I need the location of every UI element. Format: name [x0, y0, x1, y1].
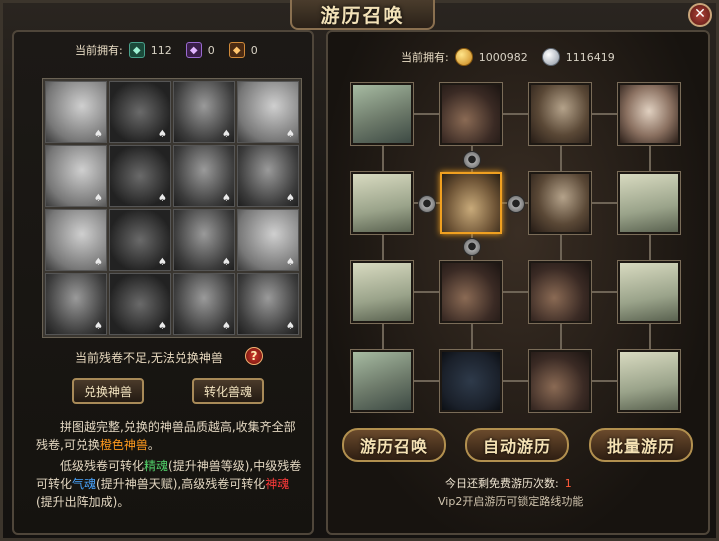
batch-travel-button[interactable]: 批量游历 [589, 428, 693, 462]
vip-note: Vip2开启游历可锁定路线功能 [438, 495, 584, 508]
route-tile[interactable] [618, 261, 680, 323]
purple-fragment-icon: ◆ [185, 42, 202, 58]
window-title: 游历召唤 [290, 0, 435, 30]
puzzle-piece[interactable]: ♠ [237, 81, 299, 143]
desc-text: 。 [147, 438, 160, 452]
purple-fragment-count: 0 [207, 43, 215, 57]
lock-icon[interactable]: ● [418, 195, 436, 213]
puzzle-piece[interactable]: ♠ [237, 145, 299, 207]
route-tile[interactable] [529, 83, 591, 145]
grade-mark-icon: ♠ [94, 321, 103, 332]
route-connector [382, 115, 384, 383]
auto-travel-button[interactable]: 自动游历 [465, 428, 569, 462]
route-tile[interactable] [529, 172, 591, 234]
route-connector [649, 115, 651, 383]
green-fragment-icon: ◆ [128, 42, 145, 58]
route-tile[interactable] [440, 261, 502, 323]
grade-mark-icon: ♠ [286, 321, 295, 332]
orange-fragment-icon: ◆ [228, 42, 245, 58]
fragment-inventory: 当前拥有: ◆ 112 ◆ 0 ◆ 0 [75, 42, 266, 58]
grade-mark-icon: ♠ [158, 129, 167, 140]
description-para-2: 低级残卷可转化精魂(提升神兽等级),中级残卷可转化气魂(提升神兽天赋),高级残卷… [36, 457, 304, 511]
route-tile[interactable] [529, 350, 591, 412]
currency-bar: 当前拥有: 1000982 1116419 [401, 48, 623, 66]
route-tile[interactable] [529, 261, 591, 323]
orange-beast-text: 橙色神兽 [99, 438, 148, 452]
grade-mark-icon: ♠ [286, 193, 295, 204]
insufficient-warning: 当前残卷不足,无法兑换神兽 [75, 351, 223, 365]
grade-mark-icon: ♠ [158, 321, 167, 332]
grade-mark-icon: ♠ [94, 193, 103, 204]
grade-mark-icon: ♠ [222, 193, 231, 204]
grade-mark-icon: ♠ [94, 129, 103, 140]
free-travel-value: 1 [564, 477, 572, 490]
gold-coin-icon [454, 48, 473, 66]
description-para-1: 拼图越完整,兑换的神兽品质越高,收集齐全部残卷,可兑换橙色神兽。 [36, 418, 304, 454]
free-travel-count: 今日还剩免费游历次数: 1 [445, 475, 572, 491]
desc-text: (提升出阵加成)。 [36, 495, 130, 509]
grade-mark-icon: ♠ [222, 321, 231, 332]
owned-label: 当前拥有: [75, 44, 123, 57]
gold-amount: 1000982 [478, 50, 528, 64]
lock-icon[interactable]: ● [507, 195, 525, 213]
puzzle-piece[interactable]: ♠ [237, 209, 299, 271]
help-icon[interactable]: ? [245, 347, 263, 365]
route-tile[interactable] [440, 350, 502, 412]
lock-icon[interactable]: ● [463, 238, 481, 256]
route-tile[interactable] [351, 172, 413, 234]
divine-soul-text: 神魂 [265, 477, 290, 491]
free-travel-label: 今日还剩免费游历次数: [445, 477, 559, 490]
route-tile[interactable] [618, 350, 680, 412]
owned-label: 当前拥有: [401, 51, 449, 64]
desc-text: 拼图越完整,兑换的神兽品质越高,收集齐全部残卷,可兑换 [36, 420, 296, 452]
grade-mark-icon: ♠ [158, 257, 167, 268]
route-tile-selected[interactable] [440, 172, 502, 234]
puzzle-piece[interactable]: ♠ [173, 209, 235, 271]
convert-soul-button[interactable]: 转化兽魂 [192, 378, 264, 404]
desc-text: (提升神兽天赋),高级残卷可转化 [96, 477, 266, 491]
silver-amount: 1116419 [565, 50, 615, 64]
route-tile[interactable] [351, 261, 413, 323]
route-tile[interactable] [351, 83, 413, 145]
puzzle-piece[interactable]: ♠ [109, 81, 171, 143]
route-tile[interactable] [618, 83, 680, 145]
route-tile[interactable] [440, 83, 502, 145]
puzzle-piece[interactable]: ♠ [45, 273, 107, 335]
grade-mark-icon: ♠ [286, 257, 295, 268]
puzzle-piece[interactable]: ♠ [109, 145, 171, 207]
puzzle-piece[interactable]: ♠ [237, 273, 299, 335]
orange-fragment-count: 0 [250, 43, 258, 57]
route-connector [560, 115, 562, 383]
puzzle-piece[interactable]: ♠ [45, 209, 107, 271]
close-button[interactable]: ✕ [688, 3, 712, 27]
travel-summon-button[interactable]: 游历召唤 [342, 428, 446, 462]
route-tile[interactable] [618, 172, 680, 234]
puzzle-piece[interactable]: ♠ [109, 273, 171, 335]
lock-icon[interactable]: ● [463, 151, 481, 169]
route-tile[interactable] [351, 350, 413, 412]
grade-mark-icon: ♠ [158, 193, 167, 204]
silver-coin-icon [541, 48, 560, 66]
grade-mark-icon: ♠ [222, 129, 231, 140]
essence-soul-text: 精魂 [144, 459, 169, 473]
grade-mark-icon: ♠ [286, 129, 295, 140]
puzzle-piece[interactable]: ♠ [45, 81, 107, 143]
puzzle-grid: ♠ ♠ ♠ ♠ ♠ ♠ ♠ ♠ ♠ ♠ ♠ ♠ ♠ ♠ ♠ ♠ [42, 78, 302, 338]
puzzle-piece[interactable]: ♠ [45, 145, 107, 207]
desc-text: 低级残卷可转化 [60, 459, 145, 473]
grade-mark-icon: ♠ [94, 257, 103, 268]
qi-soul-text: 气魂 [72, 477, 97, 491]
green-fragment-count: 112 [150, 43, 172, 57]
puzzle-piece[interactable]: ♠ [173, 145, 235, 207]
exchange-beast-button[interactable]: 兑换神兽 [72, 378, 144, 404]
puzzle-piece[interactable]: ♠ [109, 209, 171, 271]
grade-mark-icon: ♠ [222, 257, 231, 268]
puzzle-piece[interactable]: ♠ [173, 273, 235, 335]
puzzle-piece[interactable]: ♠ [173, 81, 235, 143]
